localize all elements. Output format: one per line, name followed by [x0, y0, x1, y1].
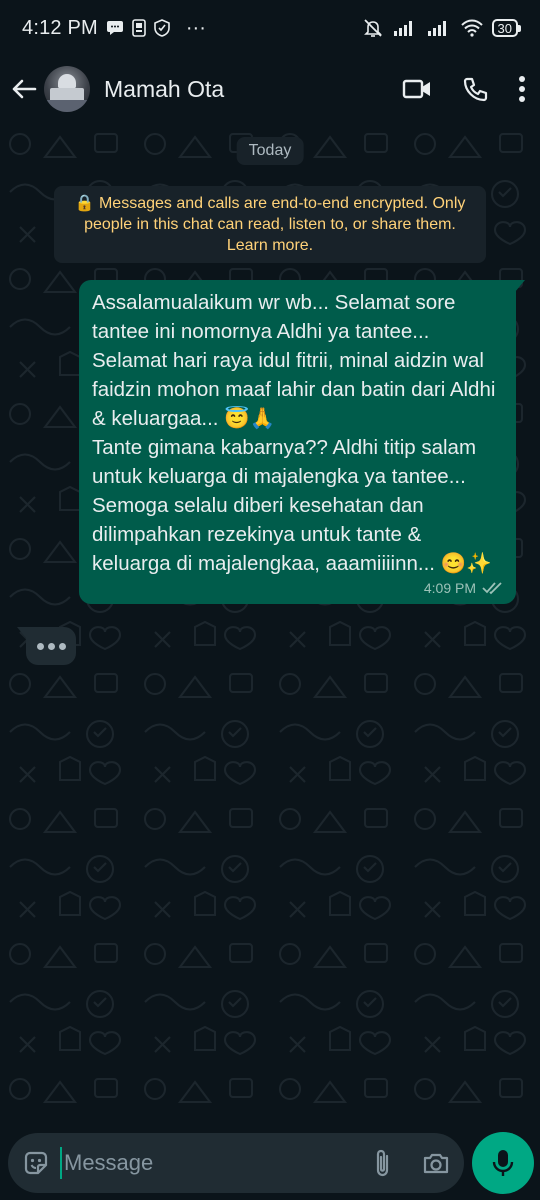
doodle-wallpaper [0, 122, 540, 1125]
status-right: 30 [362, 17, 522, 39]
signal-2-icon [426, 19, 452, 37]
more-options-button[interactable] [518, 75, 526, 103]
back-button[interactable] [8, 69, 40, 109]
double-check-icon [482, 582, 502, 595]
attach-button[interactable] [372, 1148, 394, 1178]
typing-dot [47, 642, 55, 650]
typing-dot [58, 642, 66, 650]
message-time: 4:09 PM [423, 580, 476, 596]
composer-bar [0, 1125, 540, 1200]
message-notification-icon [106, 20, 124, 36]
chat-header: Mamah Ota [0, 56, 540, 122]
video-call-button[interactable] [402, 78, 432, 100]
contact-avatar[interactable] [44, 66, 90, 112]
typing-dot [36, 642, 44, 650]
typing-indicator [17, 627, 76, 665]
shield-notification-icon [154, 19, 170, 37]
chat-screen: 4:12 PM ··· 30 Mamah Ota Today 🔒 Message… [0, 0, 540, 1200]
camera-button[interactable] [422, 1151, 450, 1175]
date-chip: Today [236, 137, 304, 165]
more-vertical-icon [519, 76, 525, 102]
outgoing-message-bubble[interactable]: Assalamualaikum wr wb... Selamat sore ta… [79, 280, 525, 604]
video-camera-icon [402, 79, 430, 99]
status-bar: 4:12 PM ··· 30 [0, 0, 540, 56]
header-actions [402, 75, 526, 103]
message-text: Assalamualaikum wr wb... Selamat sore ta… [92, 291, 496, 575]
pay-notification-icon [132, 19, 146, 37]
battery-indicator: 30 [491, 19, 522, 37]
sticker-icon [24, 1151, 48, 1174]
avatar-dome-shape [58, 74, 76, 88]
paperclip-icon [376, 1149, 389, 1176]
chat-area[interactable]: Today 🔒 Messages and calls are end-to-en… [0, 122, 540, 1125]
message-input[interactable] [60, 1146, 364, 1179]
arrow-left-icon [12, 79, 37, 99]
more-notifications-icon: ··· [185, 16, 206, 39]
status-left: 4:12 PM ··· [22, 17, 206, 40]
encryption-notice[interactable]: 🔒 Messages and calls are end-to-end encr… [54, 186, 486, 263]
message-meta: 4:09 PM [92, 580, 504, 596]
phone-icon [463, 77, 488, 102]
status-time: 4:12 PM [22, 16, 98, 39]
composer-actions [372, 1148, 450, 1178]
microphone-icon [492, 1149, 514, 1176]
contact-name[interactable]: Mamah Ota [104, 76, 402, 103]
composer-pill [8, 1132, 464, 1193]
sticker-button[interactable] [22, 1149, 50, 1177]
signal-1-icon [392, 19, 418, 37]
wifi-icon [460, 19, 484, 37]
voice-call-button[interactable] [462, 76, 488, 102]
avatar-ground-shape [44, 100, 90, 112]
voice-record-button[interactable] [472, 1131, 534, 1194]
camera-icon [423, 1153, 449, 1173]
mute-icon [362, 17, 384, 39]
